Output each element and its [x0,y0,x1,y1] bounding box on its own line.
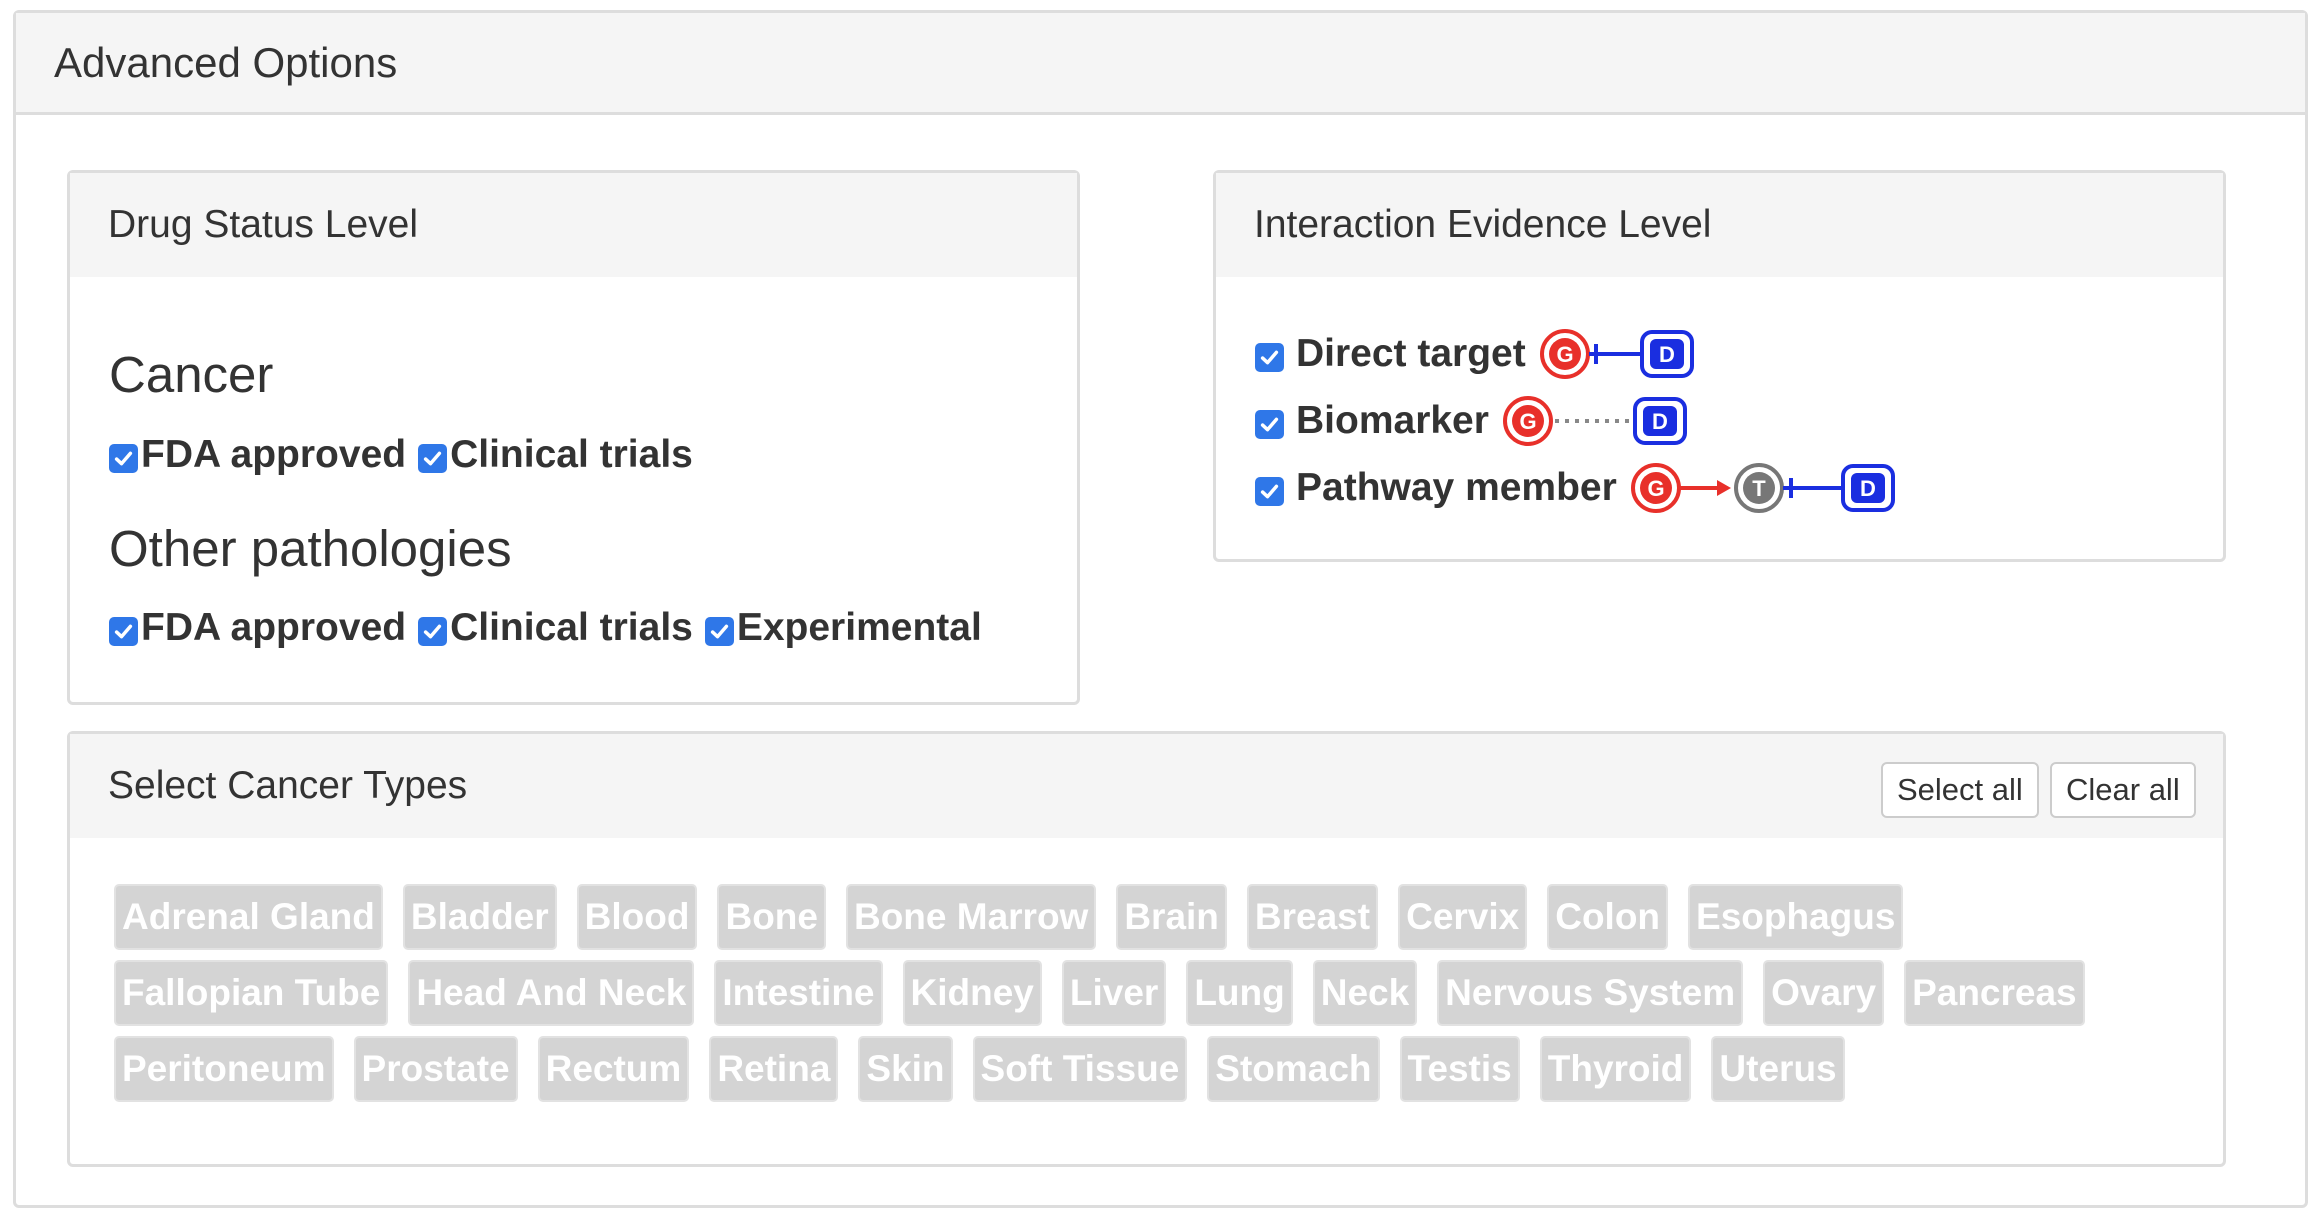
checkbox-label: Biomarker [1296,399,1489,442]
biomarker-diagram-icon: G D [1502,396,1687,446]
cancer-type-tag[interactable]: Neck [1312,960,1418,1026]
drug-status-panel: Drug Status Level Cancer FDA approved Cl… [67,170,1080,705]
cancer-type-tag[interactable]: Prostate [353,1036,518,1102]
checkbox-label: Clinical trials [450,606,693,649]
cancer-type-tag[interactable]: Intestine [714,960,883,1026]
cancer-type-tag[interactable]: Nervous System [1437,960,1744,1026]
cancer-type-tag[interactable]: Soft Tissue [972,1036,1188,1102]
select-all-button[interactable]: Select all [1881,762,2039,818]
drug-status-title: Drug Status Level [70,173,1077,277]
cancer-type-tag[interactable]: Retina [709,1036,839,1102]
svg-text:D: D [1652,409,1668,434]
checkbox-checked-icon[interactable] [109,616,138,646]
checkbox-checked-icon[interactable] [1255,476,1284,506]
pathway-member-diagram-icon: G T D [1630,463,1895,513]
cancer-type-tag[interactable]: Peritoneum [114,1036,334,1102]
checkbox-label: Direct target [1296,332,1526,375]
cancer-type-tag[interactable]: Brain [1116,884,1227,950]
cancer-heading: Cancer [109,346,274,403]
checkbox-checked-icon[interactable] [1255,409,1284,439]
direct-target-checkbox[interactable]: Direct target G D [1255,326,1698,382]
cancer-type-tag[interactable]: Head And Neck [408,960,695,1026]
checkbox-checked-icon[interactable] [704,616,734,646]
cancer-types-panel: Select Cancer Types Select all Clear all… [67,731,2226,1167]
other-pathologies-heading: Other pathologies [109,520,512,577]
cancer-type-tag[interactable]: Liver [1061,960,1167,1026]
checkbox-checked-icon[interactable] [1255,342,1284,372]
checkbox-checked-icon[interactable] [418,616,448,646]
cancer-type-tag[interactable]: Blood [576,884,698,950]
svg-text:D: D [1659,342,1675,367]
cancer-type-tag[interactable]: Stomach [1207,1036,1380,1102]
svg-text:T: T [1752,476,1766,501]
biomarker-checkbox[interactable]: Biomarker G D [1255,393,1691,449]
other-clinical-trials-checkbox[interactable]: Clinical trials [418,606,693,650]
checkbox-checked-icon[interactable] [418,443,448,473]
cancer-type-tag[interactable]: Pancreas [1904,960,2085,1026]
checkbox-checked-icon[interactable] [109,443,138,473]
cancer-type-tag[interactable]: Bone [717,884,826,950]
svg-text:D: D [1860,476,1876,501]
cancer-type-tag[interactable]: Rectum [537,1036,690,1102]
cancer-type-tag[interactable]: Adrenal Gland [114,884,383,950]
cancer-type-tag[interactable]: Testis [1399,1036,1520,1102]
cancer-type-tag[interactable]: Breast [1246,884,1379,950]
interaction-evidence-panel: Interaction Evidence Level Direct target… [1213,170,2226,562]
checkbox-label: Clinical trials [450,433,693,476]
svg-text:G: G [1519,409,1536,434]
cancer-type-tag[interactable]: Bone Marrow [845,884,1097,950]
cancer-options: FDA approved Clinical trials [109,433,705,477]
cancer-clinical-trials-checkbox[interactable]: Clinical trials [418,433,693,477]
other-pathologies-options: FDA approved Clinical trials Experimenta… [109,606,994,650]
cancer-type-tag[interactable]: Fallopian Tube [114,960,389,1026]
cancer-type-tag[interactable]: Cervix [1398,884,1528,950]
cancer-type-tags: Adrenal Gland Bladder Blood Bone Bone Marrow… [114,884,2194,1102]
cancer-type-tag[interactable]: Kidney [902,960,1042,1026]
checkbox-label: Pathway member [1296,466,1617,509]
checkbox-label: Experimental [736,606,982,649]
checkbox-label: FDA approved [141,606,407,649]
interaction-evidence-title: Interaction Evidence Level [1216,173,2223,277]
clear-all-button[interactable]: Clear all [2050,762,2196,818]
cancer-fda-approved-checkbox[interactable]: FDA approved [109,433,406,477]
cancer-type-tag[interactable]: Bladder [402,884,557,950]
cancer-type-tag[interactable]: Thyroid [1539,1036,1692,1102]
cancer-type-tag[interactable]: Uterus [1711,1036,1845,1102]
cancer-type-tag[interactable]: Ovary [1763,960,1885,1026]
svg-text:G: G [1647,476,1664,501]
pathway-member-checkbox[interactable]: Pathway member G T D [1255,460,1899,516]
advanced-options-title: Advanced Options [16,13,2305,115]
cancer-type-tag[interactable]: Colon [1547,884,1669,950]
direct-target-diagram-icon: G D [1539,329,1694,379]
cancer-type-tag[interactable]: Esophagus [1688,884,1904,950]
other-experimental-checkbox[interactable]: Experimental [704,606,982,650]
other-fda-approved-checkbox[interactable]: FDA approved [109,606,406,650]
checkbox-label: FDA approved [141,433,407,476]
cancer-type-tag[interactable]: Lung [1186,960,1293,1026]
cancer-type-tag[interactable]: Skin [858,1036,953,1102]
svg-text:G: G [1556,342,1573,367]
